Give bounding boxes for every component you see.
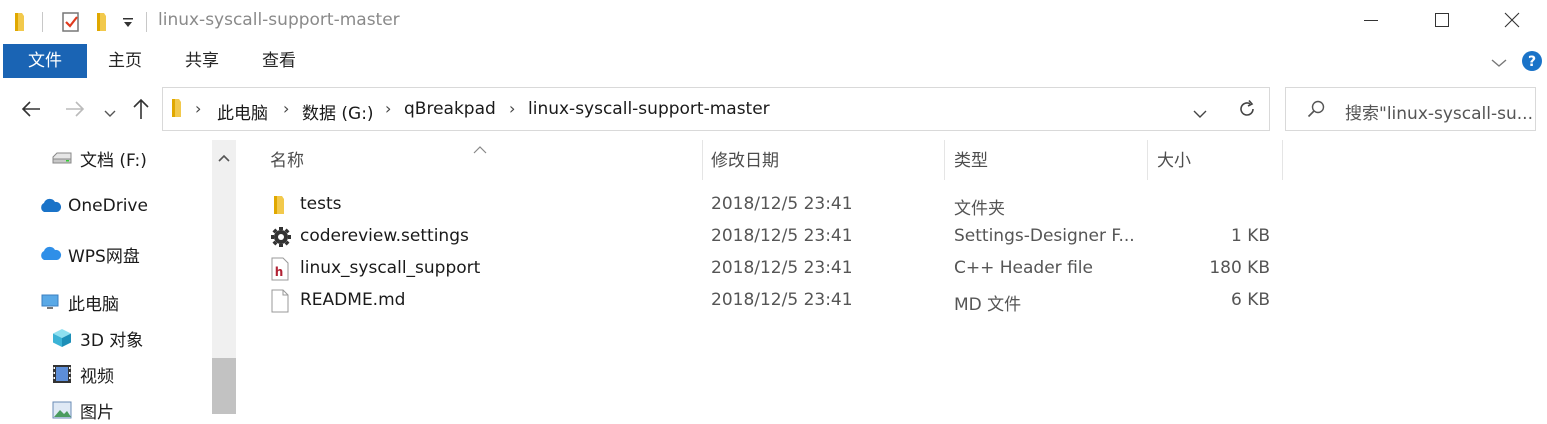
scrollbar-thumb[interactable] — [212, 358, 236, 414]
chevron-right-icon[interactable]: › — [509, 99, 515, 118]
tab-file[interactable]: 文件 — [3, 44, 87, 78]
document-icon — [271, 289, 289, 317]
column-divider[interactable] — [1147, 140, 1148, 180]
column-divider[interactable] — [944, 140, 945, 180]
chevron-right-icon[interactable]: › — [283, 99, 289, 118]
properties-icon[interactable] — [60, 10, 82, 38]
maximize-icon — [1434, 12, 1450, 32]
image-icon — [50, 398, 74, 422]
chevron-right-icon[interactable]: › — [385, 99, 391, 118]
sidebar-item-label: 3D 对象 — [80, 330, 144, 351]
file-size: 6 KB — [1230, 290, 1270, 310]
maximize-button[interactable] — [1414, 0, 1470, 44]
breadcrumb-current-folder[interactable]: linux-syscall-support-master — [528, 99, 770, 119]
separator — [146, 12, 147, 32]
cloud-icon — [38, 194, 62, 218]
forward-icon[interactable] — [64, 99, 86, 123]
sidebar-item-videos[interactable]: 视频 — [50, 360, 114, 388]
breadcrumb-this-pc[interactable]: 此电脑 — [217, 99, 268, 124]
sidebar-item-documents-drive[interactable]: 文档 (F:) — [50, 144, 147, 172]
cube-icon — [50, 326, 74, 350]
search-input[interactable]: 搜索"linux-syscall-su... — [1345, 99, 1533, 124]
svg-text:h: h — [275, 265, 284, 279]
cloud-icon — [38, 242, 62, 266]
window-title: linux-syscall-support-master — [158, 10, 400, 30]
breadcrumb-qbreakpad[interactable]: qBreakpad — [404, 99, 496, 119]
file-size: 1 KB — [1230, 226, 1270, 246]
column-header-modified[interactable]: 修改日期 — [711, 148, 779, 174]
search-box[interactable]: 搜索"linux-syscall-su... — [1285, 87, 1536, 131]
recent-locations-icon[interactable] — [104, 104, 116, 123]
sidebar-item-wps[interactable]: WPS网盘 — [38, 240, 140, 268]
customize-quick-access-icon[interactable] — [122, 15, 134, 34]
close-icon — [1504, 12, 1520, 32]
chevron-down-icon[interactable] — [1193, 104, 1207, 123]
folder-icon — [12, 11, 30, 37]
up-icon[interactable] — [130, 97, 152, 125]
expand-ribbon-icon[interactable] — [1490, 54, 1508, 73]
separator — [42, 12, 43, 32]
table-row[interactable]: h linux_syscall_support 2018/12/5 23:41 … — [262, 254, 1282, 284]
table-row[interactable]: codereview.settings 2018/12/5 23:41 Sett… — [262, 222, 1282, 252]
help-icon[interactable]: ? — [1521, 50, 1543, 76]
sidebar-item-this-pc[interactable]: 此电脑 — [38, 288, 119, 316]
file-modified: 2018/12/5 23:41 — [711, 194, 853, 214]
table-row[interactable]: tests 2018/12/5 23:41 文件夹 — [262, 190, 1282, 220]
file-type: MD 文件 — [954, 295, 1022, 315]
address-bar[interactable]: › 此电脑 › 数据 (G:) › qBreakpad › linux-sysc… — [162, 87, 1224, 131]
video-icon — [50, 362, 74, 386]
refresh-button[interactable] — [1223, 87, 1270, 131]
file-type: C++ Header file — [954, 258, 1093, 278]
tab-home[interactable]: 主页 — [93, 44, 157, 78]
minimize-button[interactable] — [1343, 0, 1399, 44]
file-modified: 2018/12/5 23:41 — [711, 290, 853, 310]
file-type: Settings-Designer F... — [954, 226, 1135, 246]
header-file-icon: h — [271, 257, 289, 285]
search-icon — [1306, 99, 1326, 123]
scroll-up-icon[interactable] — [218, 148, 230, 167]
folder-icon — [270, 194, 290, 220]
gear-icon — [270, 226, 292, 252]
sidebar-item-onedrive[interactable]: OneDrive — [38, 192, 148, 220]
column-header-type[interactable]: 类型 — [954, 148, 988, 174]
sidebar-item-label: OneDrive — [68, 196, 148, 216]
sidebar-item-label: 此电脑 — [68, 294, 119, 315]
file-size: 180 KB — [1209, 258, 1270, 278]
close-button[interactable] — [1484, 0, 1540, 44]
folder-icon — [169, 97, 185, 123]
file-name[interactable]: codereview.settings — [300, 226, 469, 246]
file-type: 文件夹 — [954, 199, 1005, 219]
computer-icon — [38, 290, 62, 314]
refresh-icon — [1237, 99, 1257, 123]
chevron-right-icon[interactable]: › — [195, 99, 201, 118]
minimize-icon — [1363, 12, 1379, 32]
tab-view[interactable]: 查看 — [247, 44, 311, 78]
file-name[interactable]: linux_syscall_support — [300, 258, 480, 278]
file-name[interactable]: tests — [300, 194, 342, 214]
sidebar-item-label: 图片 — [80, 402, 114, 423]
file-modified: 2018/12/5 23:41 — [711, 226, 853, 246]
new-folder-icon[interactable] — [94, 11, 112, 37]
breadcrumb-drive[interactable]: 数据 (G:) — [302, 99, 374, 124]
sidebar-item-pictures[interactable]: 图片 — [50, 396, 114, 424]
back-icon[interactable] — [20, 99, 42, 123]
sort-ascending-icon — [473, 139, 487, 158]
tab-share[interactable]: 共享 — [170, 44, 234, 78]
svg-text:?: ? — [1528, 54, 1536, 70]
drive-icon — [50, 146, 74, 170]
file-modified: 2018/12/5 23:41 — [711, 258, 853, 278]
ribbon-tabs: 文件 主页 共享 查看 ? — [0, 44, 1547, 79]
sidebar-item-label: WPS网盘 — [68, 246, 140, 267]
column-header-size[interactable]: 大小 — [1157, 148, 1191, 174]
file-name[interactable]: README.md — [300, 290, 405, 310]
title-bar: linux-syscall-support-master — [0, 0, 1547, 44]
column-divider[interactable] — [1282, 140, 1283, 180]
column-header-name[interactable]: 名称 — [270, 148, 304, 174]
table-row[interactable]: README.md 2018/12/5 23:41 MD 文件 6 KB — [262, 286, 1282, 316]
sidebar-item-3d-objects[interactable]: 3D 对象 — [50, 324, 143, 352]
sidebar-item-label: 文档 (F:) — [80, 150, 147, 171]
sidebar-item-label: 视频 — [80, 366, 114, 387]
column-divider[interactable] — [702, 140, 703, 180]
navigation-pane: 文档 (F:) OneDrive WPS网盘 此电脑 3D 对象 视频 图片 — [0, 140, 212, 423]
